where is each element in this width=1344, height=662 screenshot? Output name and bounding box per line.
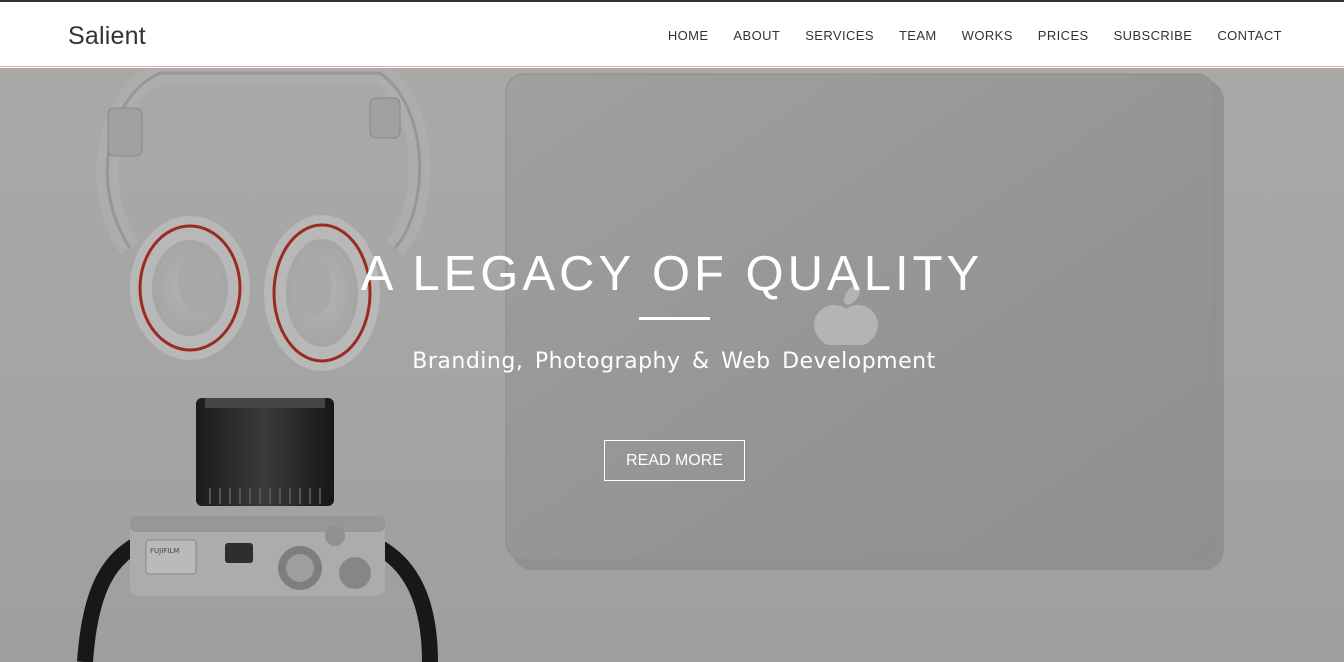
- nav-item-works[interactable]: WORKS: [962, 28, 1013, 43]
- hero-section: FUJIFILM A LEGACY OF QUALITY Branding, P…: [0, 68, 1344, 662]
- hero-subtitle: Branding, Photography & Web Development: [412, 349, 936, 374]
- nav-item-services[interactable]: SERVICES: [805, 28, 874, 43]
- nav-item-subscribe[interactable]: SUBSCRIBE: [1114, 28, 1193, 43]
- nav-item-about[interactable]: ABOUT: [733, 28, 780, 43]
- nav-item-prices[interactable]: PRICES: [1038, 28, 1089, 43]
- nav-item-home[interactable]: HOME: [668, 28, 709, 43]
- main-nav: HOME ABOUT SERVICES TEAM WORKS PRICES SU…: [643, 28, 1282, 43]
- read-more-button[interactable]: READ MORE: [604, 440, 745, 481]
- navbar: Salient HOME ABOUT SERVICES TEAM WORKS P…: [0, 2, 1344, 67]
- hero-divider: [639, 317, 710, 320]
- nav-item-contact[interactable]: CONTACT: [1217, 28, 1282, 43]
- nav-item-team[interactable]: TEAM: [899, 28, 937, 43]
- hero-title: A LEGACY OF QUALITY: [360, 247, 984, 301]
- brand-logo[interactable]: Salient: [68, 22, 146, 51]
